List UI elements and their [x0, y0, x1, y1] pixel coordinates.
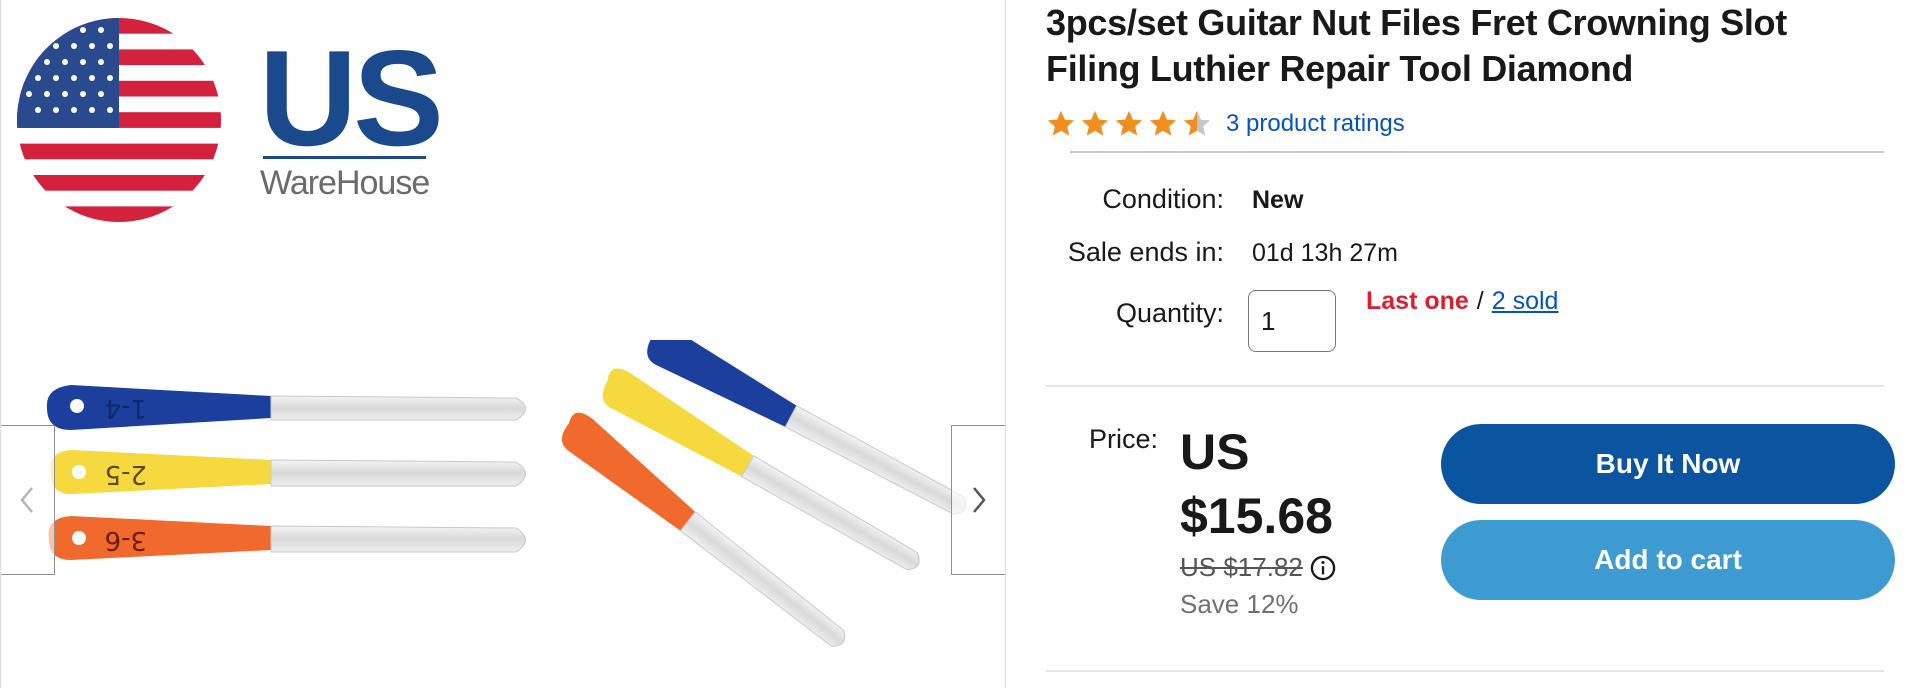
sale-countdown: 01d 13h 27m — [1252, 239, 1398, 267]
product-detail-panel: 3pcs/set Guitar Nut Files Fret Crowning … — [1046, 0, 1914, 688]
star-rating[interactable] — [1046, 109, 1212, 139]
condition-label: Condition: — [1102, 184, 1224, 214]
quantity-input[interactable] — [1248, 290, 1336, 352]
logo-us-text: US — [259, 22, 444, 174]
gallery-prev-button[interactable] — [1, 425, 55, 575]
buy-it-now-button[interactable]: Buy It Now — [1441, 424, 1895, 504]
quantity-label: Quantity: — [1115, 298, 1224, 328]
file-label-2: 2-5 — [105, 459, 147, 489]
availability-separator: / — [1476, 287, 1484, 315]
last-one-text: Last one — [1366, 287, 1469, 315]
sale-ends-label: Sale ends in: — [1067, 237, 1224, 267]
info-icon[interactable] — [1309, 554, 1337, 582]
original-price: US $17.82 — [1180, 552, 1303, 582]
logo-warehouse-text: WareHouse — [260, 164, 430, 202]
availability: Last one / 2 sold — [1366, 287, 1558, 316]
star-full-icon — [1115, 110, 1143, 136]
file-blue-horizontal: 1-4 — [46, 385, 526, 430]
us-flag-logo — [17, 18, 221, 222]
star-full-icon — [1149, 110, 1177, 136]
condition-row: Condition: New — [1046, 184, 1303, 215]
logo-rule — [263, 156, 426, 159]
divider — [1070, 151, 1884, 153]
file-label-3: 3-6 — [105, 525, 147, 555]
add-to-cart-button[interactable]: Add to cart — [1441, 520, 1895, 600]
sold-count-link[interactable]: 2 sold — [1492, 287, 1559, 316]
price-block: US $15.68 US $17.82 Save 12% — [1180, 420, 1400, 620]
product-title: 3pcs/set Guitar Nut Files Fret Crowning … — [1046, 2, 1787, 89]
product-ratings-link[interactable]: 3 product ratings — [1226, 110, 1405, 138]
gallery-next-button[interactable] — [951, 425, 1005, 575]
file-label-1: 1-4 — [105, 393, 147, 423]
image-gallery: US WareHouse 1-4 2-5 3-6 — [0, 0, 1006, 688]
file-yellow-horizontal: 2-5 — [50, 450, 526, 494]
divider — [1046, 385, 1884, 387]
star-half-icon — [1183, 110, 1211, 136]
star-full-icon — [1047, 110, 1075, 136]
divider — [1046, 670, 1884, 672]
rating-row: 3 product ratings — [1046, 104, 1405, 144]
price-label: Price: — [1088, 424, 1158, 454]
condition-value: New — [1252, 186, 1304, 214]
product-image: 1-4 2-5 3-6 — [46, 340, 967, 647]
chevron-right-icon — [973, 487, 986, 513]
savings-text: Save 12% — [1180, 589, 1299, 619]
original-price-row: US $17.82 — [1180, 552, 1400, 583]
file-orange-horizontal: 3-6 — [48, 516, 526, 560]
star-full-icon — [1081, 110, 1109, 136]
price-value: $15.68 — [1180, 488, 1333, 544]
sale-ends-row: Sale ends in: 01d 13h 27m — [1046, 237, 1398, 268]
price-currency: US — [1180, 424, 1250, 480]
chevron-left-icon — [19, 487, 33, 513]
